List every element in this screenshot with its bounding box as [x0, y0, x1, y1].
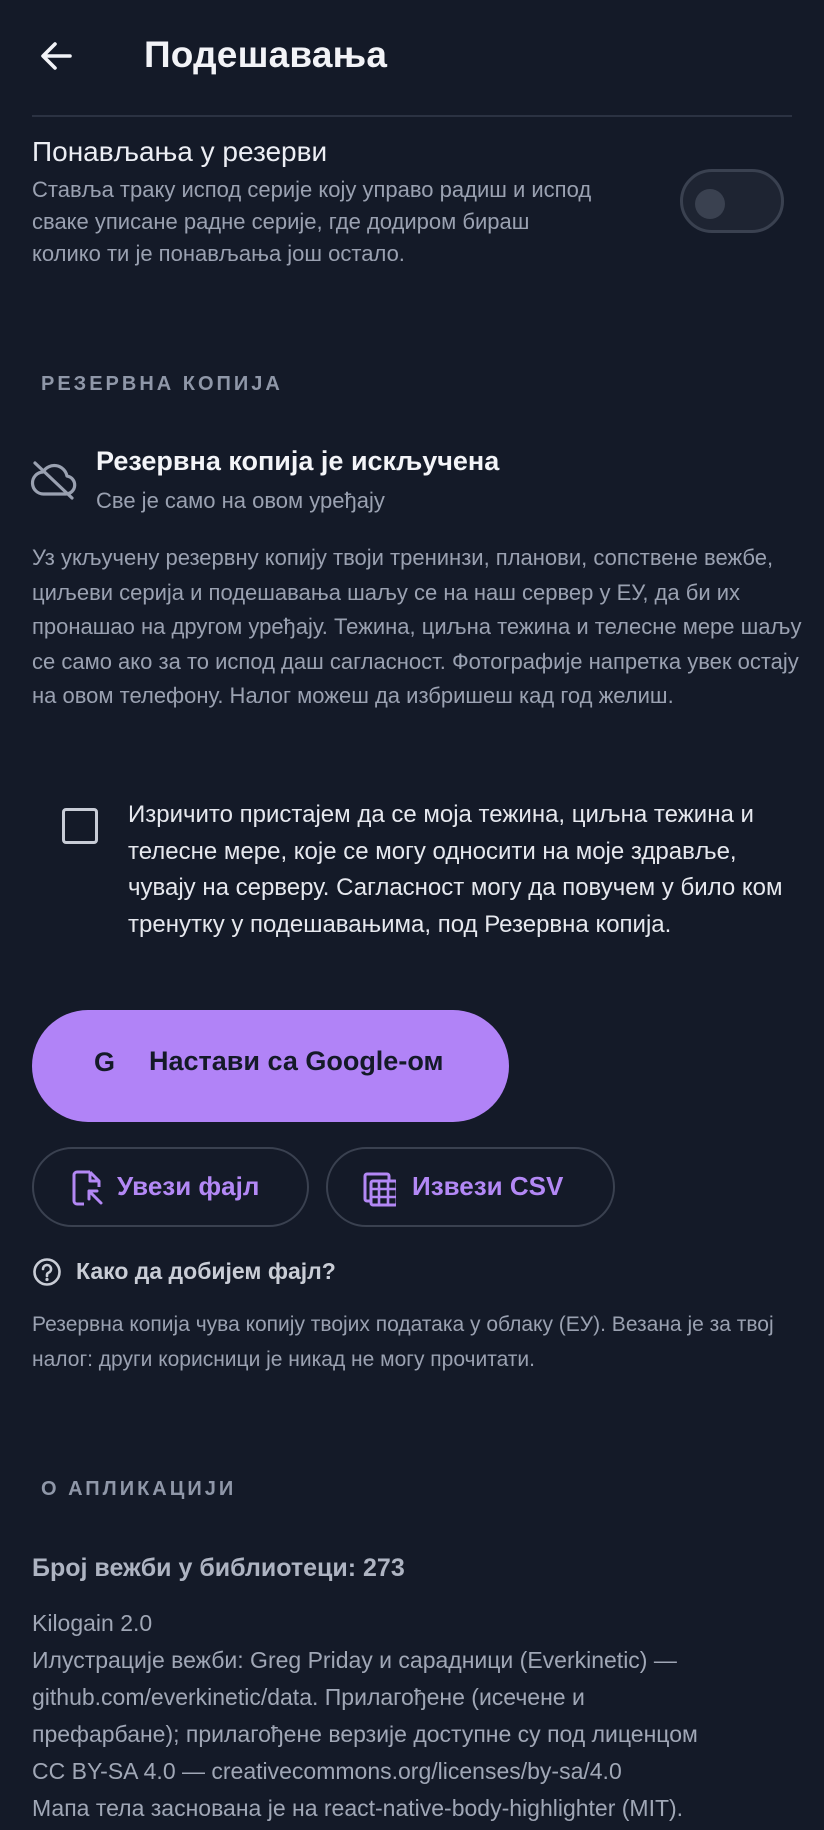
google-icon: G: [94, 1047, 116, 1077]
google-signin-label: Настави са Google-ом: [149, 1046, 444, 1076]
import-file-button[interactable]: Увези фајл: [32, 1147, 309, 1227]
consent-checkbox[interactable]: [62, 808, 98, 844]
exercise-count: Број вежби у библиотеци: 273: [32, 1554, 405, 1582]
app-version: Kilogain 2.0: [32, 1610, 153, 1636]
help-link-label: Како да добијем фајл?: [76, 1258, 336, 1284]
header-divider: [32, 115, 792, 117]
google-signin-button[interactable]: G Настави са Google-ом: [32, 1010, 509, 1122]
help-circle-icon: [33, 1258, 61, 1286]
backup-status-subtitle: Све је само на овом уређају: [96, 488, 385, 513]
consent-label: Изричито пристајем да се моја тежина, ци…: [128, 801, 783, 938]
rest-setting-toggle[interactable]: [680, 169, 784, 233]
rest-setting-title: Понављања у резерви: [32, 136, 328, 167]
page-title: Подешавања: [144, 34, 388, 75]
about-credits: Kilogain 2.0 Илустрације вежби: Greg Pri…: [32, 1605, 812, 1827]
export-csv-button[interactable]: Извези CSV: [326, 1147, 615, 1227]
backup-note: Резервна копија чува копију твојих подат…: [32, 1313, 774, 1371]
credit-line: Илустрације вежби: Greg Priday и сарадни…: [32, 1647, 677, 1673]
about-section-label: О АПЛИКАЦИЈИ: [41, 1478, 237, 1500]
arrow-left-icon: [41, 42, 72, 70]
credit-line: CC BY-SA 4.0 — creativecommons.org/licen…: [32, 1758, 622, 1784]
file-import-icon: [72, 1170, 103, 1206]
rest-setting-description: Ставља траку испод серије коју управо ра…: [32, 177, 592, 266]
cloud-off-icon: [30, 461, 77, 500]
export-csv-label: Извези CSV: [412, 1171, 564, 1201]
toggle-knob: [695, 189, 725, 219]
app-header: Подешавања: [0, 0, 824, 114]
backup-status-title: Резервна копија је искључена: [96, 446, 500, 476]
credit-line: префарбане); прилагођене верзије доступн…: [32, 1721, 698, 1747]
backup-info-text: Уз укључену резервну копију твоји тренин…: [32, 545, 802, 708]
credit-line: Мапа тела заснована је на react-native-b…: [32, 1795, 684, 1821]
back-button[interactable]: [34, 34, 78, 78]
import-file-label: Увези фајл: [117, 1171, 260, 1201]
spreadsheet-icon: [363, 1172, 396, 1207]
backup-section-label: РЕЗЕРВНА КОПИЈА: [41, 373, 283, 395]
credit-line: github.com/everkinetic/data. Прилагођене…: [32, 1684, 585, 1710]
